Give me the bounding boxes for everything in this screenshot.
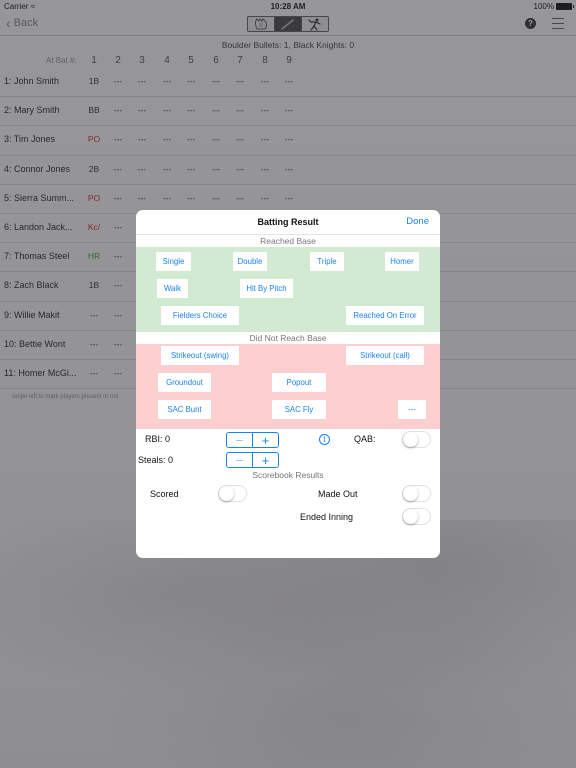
modal-title: Batting Result xyxy=(257,217,319,227)
rbi-stepper: − + xyxy=(226,432,279,448)
ended-inning-label: Ended Inning xyxy=(300,512,354,522)
popout-button[interactable]: Popout xyxy=(272,373,326,392)
info-icon[interactable]: i xyxy=(319,434,330,445)
reached-base-section: Single Double Triple Homer Walk Hit By P… xyxy=(136,247,440,332)
more-options-button[interactable]: --- xyxy=(398,400,426,419)
fielders-choice-button[interactable]: Fielders Choice xyxy=(161,306,239,325)
single-button[interactable]: Single xyxy=(156,252,191,271)
did-not-reach-base-label: Did Not Reach Base xyxy=(249,333,327,343)
rbi-decrement-button[interactable]: − xyxy=(227,433,253,447)
ended-inning-toggle[interactable] xyxy=(402,508,431,525)
made-out-toggle[interactable] xyxy=(402,485,431,502)
toggle-knob xyxy=(219,486,234,501)
rbi-increment-button[interactable]: + xyxy=(253,433,278,447)
steals-stepper: − + xyxy=(226,452,279,468)
groundout-button[interactable]: Groundout xyxy=(158,373,211,392)
strikeout-swing-button[interactable]: Strikeout (swing) xyxy=(161,346,239,365)
walk-button[interactable]: Walk xyxy=(157,279,188,298)
sac-bunt-button[interactable]: SAC Bunt xyxy=(158,400,211,419)
qab-label: QAB: xyxy=(354,434,376,444)
modal-header: Batting Result Done xyxy=(136,210,440,235)
qab-toggle[interactable] xyxy=(402,431,431,448)
reached-base-label: Reached Base xyxy=(260,236,316,246)
double-button[interactable]: Double xyxy=(233,252,267,271)
hit-by-pitch-button[interactable]: Hit By Pitch xyxy=(240,279,293,298)
toggle-knob xyxy=(403,432,418,447)
scored-label: Scored xyxy=(150,489,179,499)
sac-fly-button[interactable]: SAC Fly xyxy=(272,400,326,419)
strikeout-call-button[interactable]: Strikeout (call) xyxy=(346,346,424,365)
scorebook-results-label: Scorebook Results xyxy=(252,470,324,480)
toggle-knob xyxy=(403,486,418,501)
triple-button[interactable]: Triple xyxy=(310,252,344,271)
steals-decrement-button[interactable]: − xyxy=(227,453,253,467)
done-button[interactable]: Done xyxy=(406,216,429,227)
made-out-label: Made Out xyxy=(318,489,358,499)
homer-button[interactable]: Homer xyxy=(385,252,419,271)
toggle-knob xyxy=(403,509,418,524)
scored-toggle[interactable] xyxy=(218,485,247,502)
batting-result-modal: Batting Result Done Reached Base Single … xyxy=(136,210,440,558)
rbi-label: RBI: 0 xyxy=(145,434,171,444)
did-not-reach-base-section: Strikeout (swing) Strikeout (call) Groun… xyxy=(136,344,440,429)
reached-on-error-button[interactable]: Reached On Error xyxy=(346,306,424,325)
steals-label: Steals: 0 xyxy=(138,455,174,465)
stats-section: RBI: 0 − + i QAB: Steals: 0 − + Scoreboo… xyxy=(136,429,440,549)
steals-increment-button[interactable]: + xyxy=(253,453,278,467)
